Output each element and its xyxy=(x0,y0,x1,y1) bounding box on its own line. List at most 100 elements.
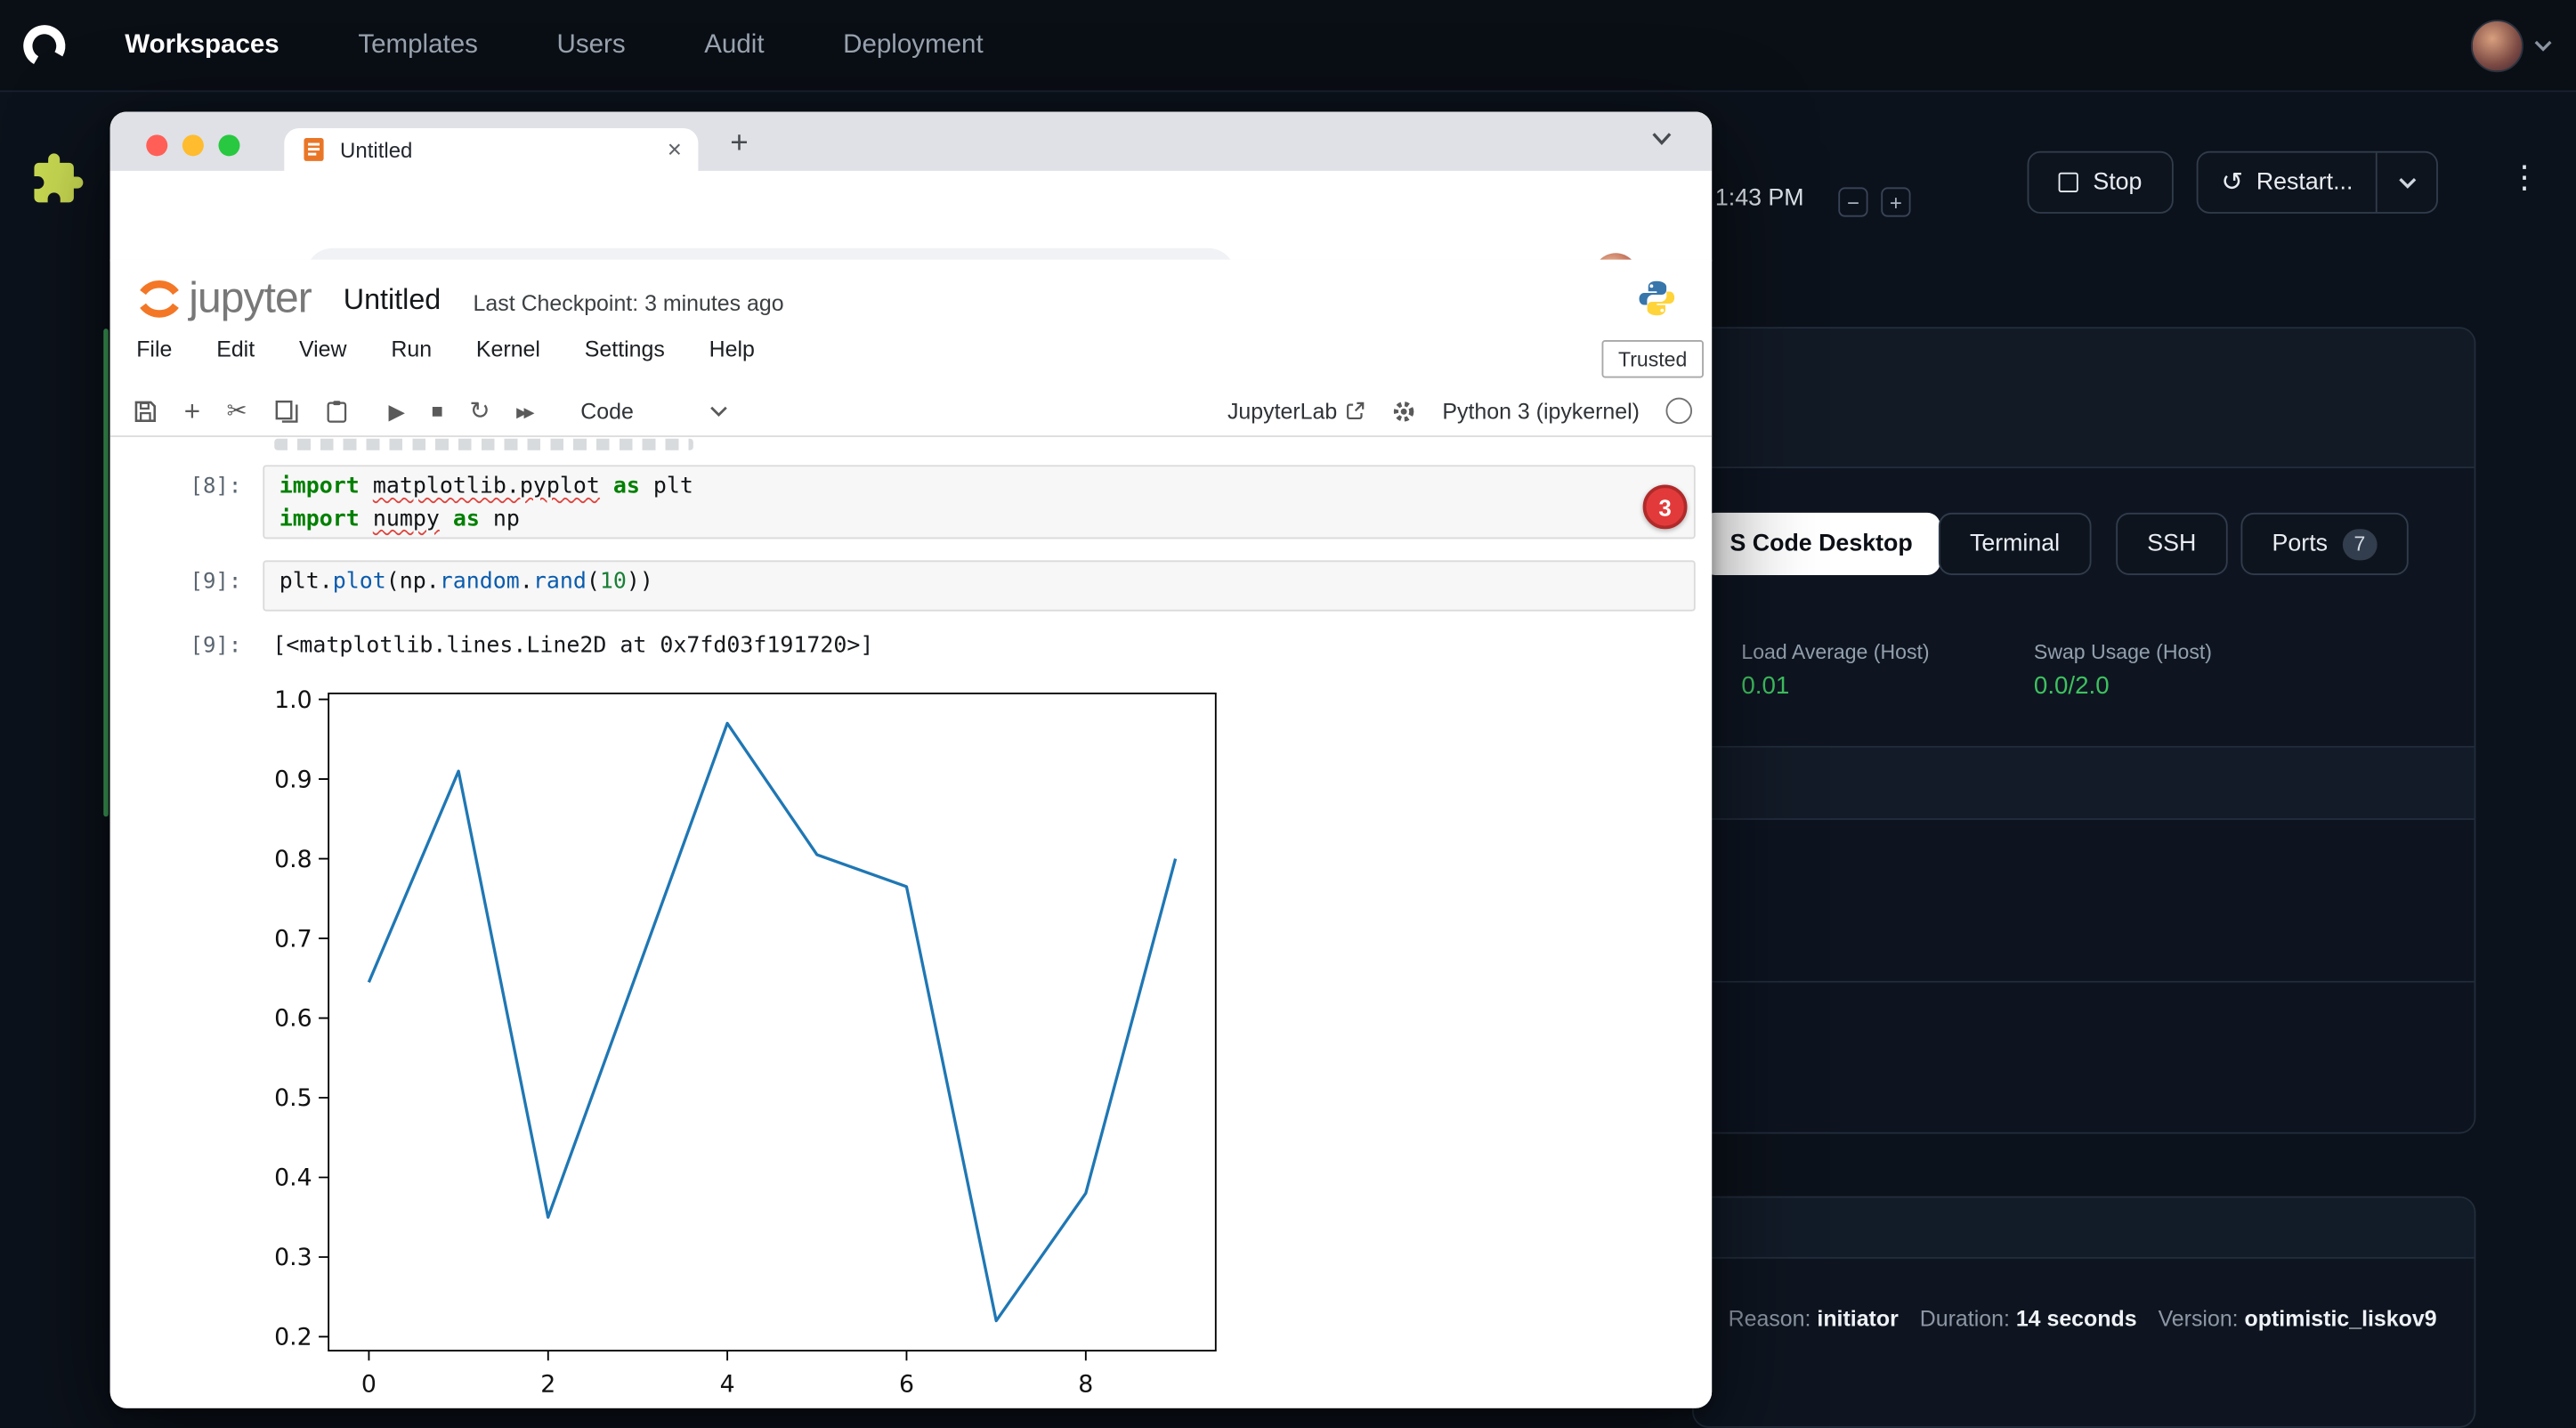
zoom-out-button[interactable]: − xyxy=(1838,187,1867,216)
cell-type-chevron-icon[interactable] xyxy=(709,405,727,417)
maximize-traffic-light[interactable] xyxy=(218,134,239,156)
topnav-item-workspaces[interactable]: Workspaces xyxy=(125,30,279,60)
clock-time: 1:43 PM xyxy=(1715,186,1804,213)
menu-view[interactable]: View xyxy=(299,337,347,361)
topnav-item-deployment[interactable]: Deployment xyxy=(843,30,984,60)
jupyterlab-link[interactable]: JupyterLab xyxy=(1227,399,1365,424)
terminal-button[interactable]: Terminal xyxy=(1939,513,2091,575)
swap-usage-label: Swap Usage (Host) xyxy=(2034,641,2212,664)
restart-kernel-icon[interactable]: ↻ xyxy=(469,399,490,424)
jupyter-wordmark: jupyter xyxy=(189,272,312,323)
stop-square-icon xyxy=(2059,173,2078,192)
code-cell-input[interactable]: import matplotlib.pyplot as pltimport nu… xyxy=(263,465,1695,539)
chevron-down-icon xyxy=(2398,176,2416,188)
restart-button-label: Restart... xyxy=(2256,169,2353,196)
save-icon[interactable] xyxy=(133,399,158,424)
cut-cell-icon[interactable]: ✂ xyxy=(227,399,247,424)
zoom-in-button[interactable]: + xyxy=(1881,187,1910,216)
restart-icon: ↺ xyxy=(2221,166,2243,199)
menu-settings[interactable]: Settings xyxy=(585,337,665,361)
duration-label: Duration: xyxy=(1920,1306,2010,1331)
code-desktop-button[interactable]: S Code Desktop xyxy=(1702,513,1940,575)
panel-row xyxy=(1694,468,2475,748)
jupyter-menubar: File Edit View Run Kernel Settings Help xyxy=(136,337,755,361)
kernel-name[interactable]: Python 3 (ipykernel) xyxy=(1442,399,1640,424)
puzzle-icon[interactable] xyxy=(29,151,85,207)
panel-row xyxy=(1694,820,2475,983)
minimize-traffic-light[interactable] xyxy=(182,134,204,156)
notebook-toolbar-right: JupyterLab Python 3 (ipykernel) xyxy=(1227,386,1692,435)
notebook-title[interactable]: Untitled xyxy=(344,282,441,317)
interrupt-kernel-icon[interactable]: ■ xyxy=(432,401,443,420)
topnav: Workspaces Templates Users Audit Deployment xyxy=(125,30,983,60)
tab-search-chevron-icon[interactable] xyxy=(1651,132,1673,147)
cell-type-select[interactable]: Code xyxy=(580,399,634,424)
new-tab-button[interactable]: + xyxy=(717,122,763,168)
svg-text:6: 6 xyxy=(899,1370,914,1398)
run-all-icon[interactable]: ▸▸ xyxy=(516,400,531,421)
stop-button[interactable]: Stop xyxy=(2028,151,2174,214)
tab-close-icon[interactable]: × xyxy=(668,135,682,163)
menu-help[interactable]: Help xyxy=(709,337,755,361)
matplotlib-figure: 0.20.30.40.50.60.70.80.91.002468 xyxy=(266,678,1252,1408)
topnav-item-templates[interactable]: Templates xyxy=(358,30,478,60)
ssh-button[interactable]: SSH xyxy=(2116,513,2227,575)
restart-dropdown-button[interactable] xyxy=(2376,153,2436,212)
ports-button[interactable]: Ports 7 xyxy=(2240,513,2408,575)
ports-count-badge: 7 xyxy=(2343,528,2378,559)
menu-kernel[interactable]: Kernel xyxy=(476,337,540,361)
notification-badge: 3 xyxy=(1643,484,1688,529)
restart-button[interactable]: ↺ Restart... xyxy=(2198,153,2376,212)
panel-row xyxy=(1694,983,2475,1134)
jupyterlab-link-label: JupyterLab xyxy=(1227,399,1337,424)
user-menu-chevron-icon[interactable] xyxy=(2533,38,2553,52)
input-prompt: [8]: xyxy=(140,475,241,499)
active-indicator-line xyxy=(103,329,109,816)
build-panel-header xyxy=(1694,1197,2475,1258)
trusted-button[interactable]: Trusted xyxy=(1602,340,1704,377)
restart-button-group: ↺ Restart... xyxy=(2197,151,2439,214)
code-cell-input[interactable]: plt.plot(np.random.rand(10)) xyxy=(263,560,1695,611)
panel-row xyxy=(1694,329,2475,468)
jupyter-logo-icon xyxy=(133,272,185,325)
menu-file[interactable]: File xyxy=(136,337,172,361)
user-avatar[interactable] xyxy=(2471,19,2523,71)
clipped-cell-sliver xyxy=(274,439,693,450)
jupyter-page: jupyter Untitled Last Checkpoint: 3 minu… xyxy=(110,260,1713,1408)
duration-value: 14 seconds xyxy=(2016,1306,2137,1331)
top-navbar: Workspaces Templates Users Audit Deployment xyxy=(0,0,2576,92)
paste-cell-icon[interactable] xyxy=(325,399,348,424)
python-logo-icon xyxy=(1636,278,1677,319)
workspace-panel xyxy=(1692,327,2475,1133)
browser-toolbar: ← → ↻ 5555--main--test--matifali.atif.cd… xyxy=(110,171,1713,262)
workspace-menu-kebab-icon[interactable]: ⋮ xyxy=(2508,163,2540,194)
browser-tab[interactable]: Untitled × xyxy=(284,128,698,171)
svg-text:1.0: 1.0 xyxy=(274,686,312,714)
svg-text:0.9: 0.9 xyxy=(274,766,312,793)
version-value: optimistic_liskov9 xyxy=(2245,1306,2437,1331)
topnav-item-users[interactable]: Users xyxy=(557,30,626,60)
cell-output-text: [<matplotlib.lines.Line2D at 0x7fd03f191… xyxy=(272,633,873,660)
topnav-item-audit[interactable]: Audit xyxy=(704,30,764,60)
screen: WorkspacesTemplatesUsersAuditDeployment … xyxy=(0,0,2576,1428)
svg-text:8: 8 xyxy=(1078,1370,1093,1398)
load-average-label: Load Average (Host) xyxy=(1741,641,1929,664)
checkpoint-status: Last Checkpoint: 3 minutes ago xyxy=(474,291,784,316)
menu-edit[interactable]: Edit xyxy=(216,337,255,361)
svg-text:0.2: 0.2 xyxy=(274,1324,312,1351)
close-traffic-light[interactable] xyxy=(146,134,167,156)
svg-text:0.4: 0.4 xyxy=(274,1164,312,1192)
stop-button-label: Stop xyxy=(2093,169,2142,196)
browser-window: Untitled × + ← → ↻ 5555--main--test--mat… xyxy=(110,112,1713,1408)
menu-run[interactable]: Run xyxy=(391,337,432,361)
add-cell-icon[interactable]: + xyxy=(184,397,200,425)
svg-text:0.7: 0.7 xyxy=(274,925,312,953)
copy-cell-icon[interactable] xyxy=(273,399,298,424)
input-prompt: [9]: xyxy=(140,570,241,595)
version-label: Version: xyxy=(2159,1306,2239,1331)
load-average-value: 0.01 xyxy=(1741,672,1789,700)
coder-logo-icon[interactable] xyxy=(20,20,69,69)
reason-value: initiator xyxy=(1817,1306,1898,1331)
gear-icon[interactable] xyxy=(1391,399,1416,424)
run-cell-icon[interactable]: ▶ xyxy=(389,400,405,421)
